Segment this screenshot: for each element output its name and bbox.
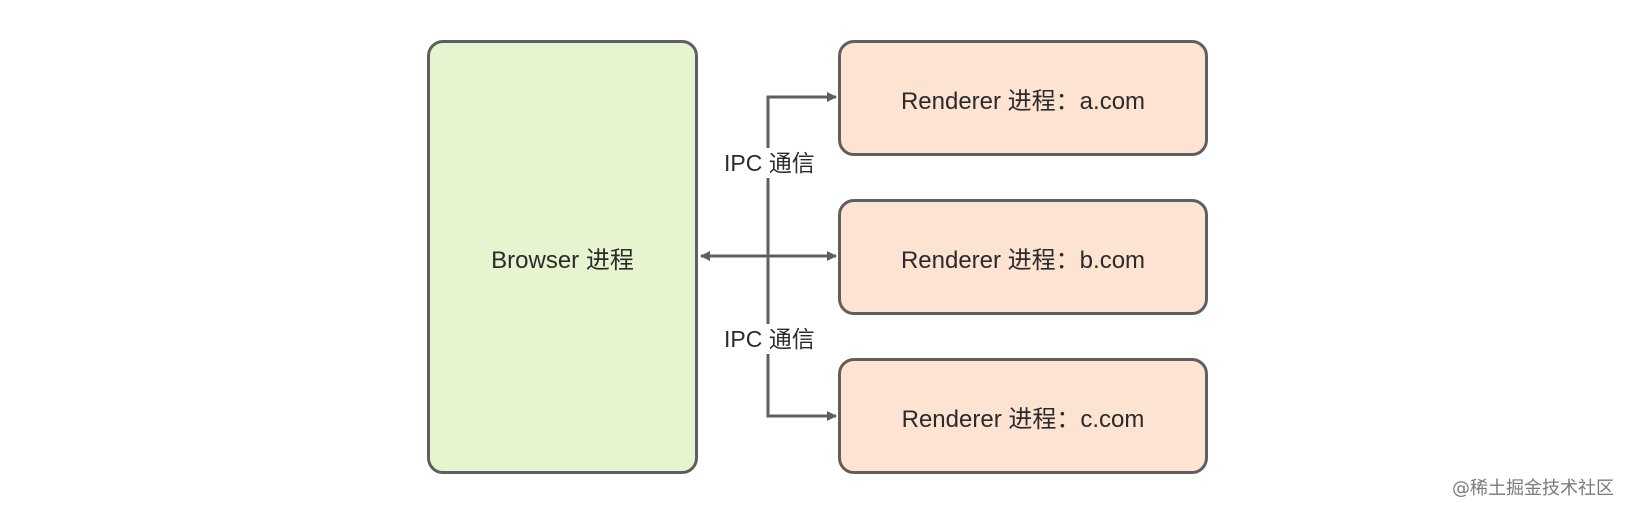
- ipc-label-bottom: IPC 通信: [721, 324, 818, 354]
- renderer-process-box-a: Renderer 进程：a.com: [838, 40, 1208, 156]
- browser-process-label: Browser 进程: [491, 246, 634, 274]
- ipc-connectors: [700, 92, 837, 421]
- renderer-process-label-c: Renderer 进程：c.com: [901, 405, 1145, 433]
- renderer-process-label-b: Renderer 进程：b.com: [900, 246, 1146, 274]
- watermark: @稀土掘金技术社区: [1452, 478, 1614, 499]
- renderer-process-box-c: Renderer 进程：c.com: [838, 358, 1208, 474]
- renderer-process-label-a: Renderer 进程：a.com: [900, 87, 1146, 115]
- renderer-process-box-b: Renderer 进程：b.com: [838, 199, 1208, 315]
- browser-process-box: Browser 进程: [427, 40, 698, 474]
- ipc-label-top: IPC 通信: [721, 148, 818, 178]
